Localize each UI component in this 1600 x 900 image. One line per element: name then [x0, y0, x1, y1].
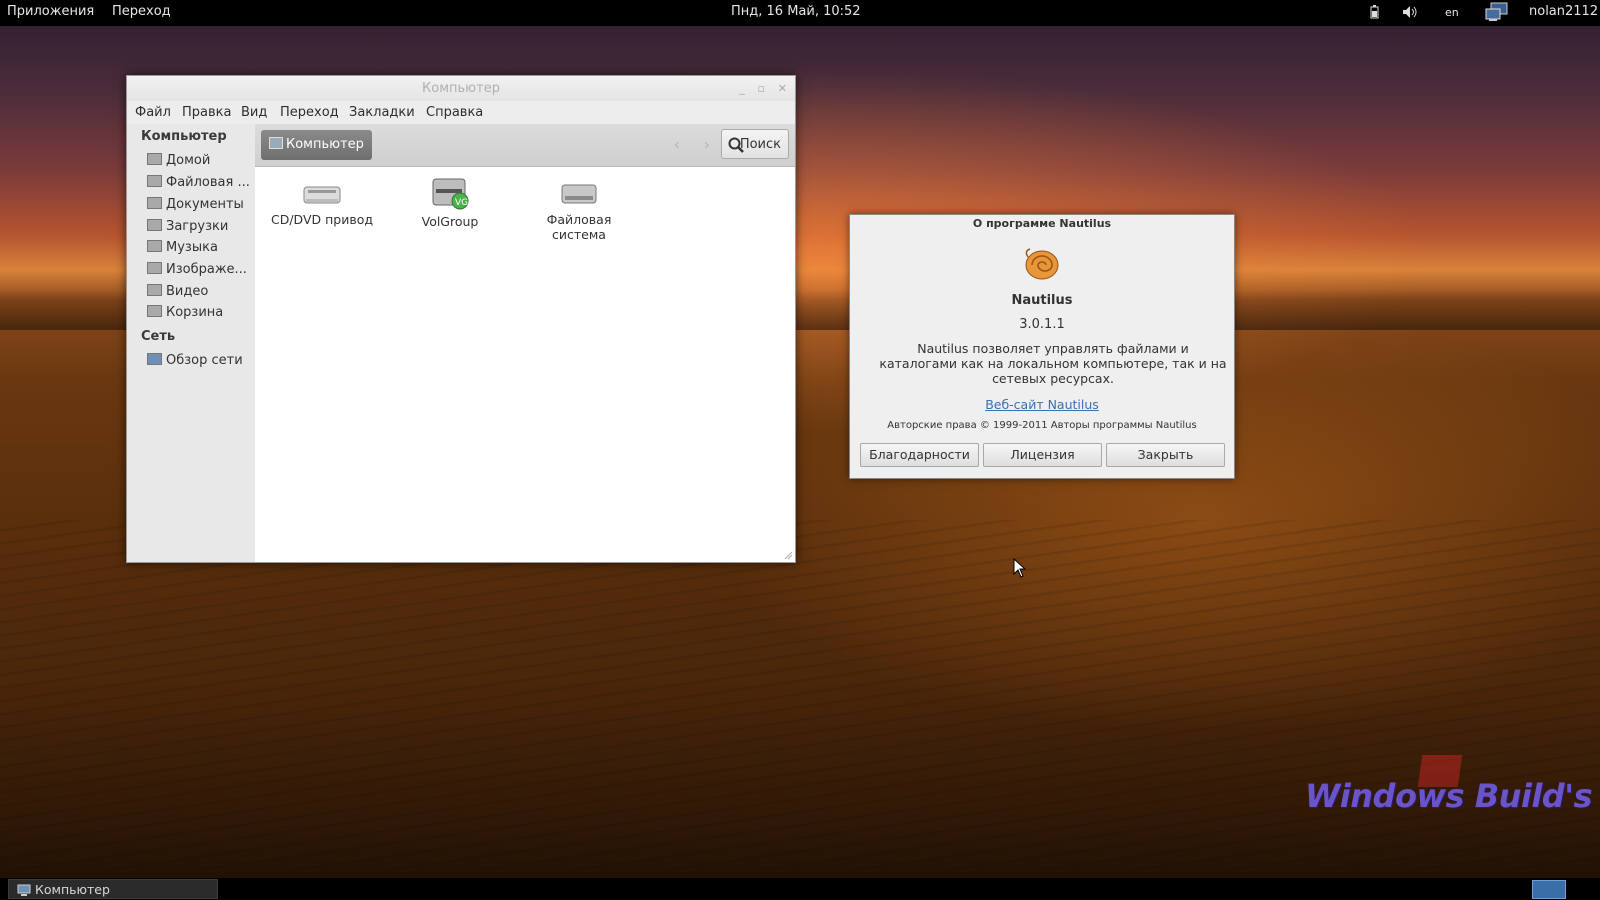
volume-group-icon: VG [432, 178, 469, 210]
harddisk-icon [561, 184, 597, 204]
sidebar-item-music[interactable]: Музыка [147, 240, 218, 255]
sidebar-item-filesystem[interactable]: Файловая ... [147, 175, 250, 190]
workspace-switcher[interactable] [1532, 880, 1566, 899]
sidebar-header-network: Сеть [141, 329, 176, 344]
close-dialog-button[interactable]: Закрыть [1106, 443, 1225, 467]
network-icon [147, 353, 162, 365]
license-button[interactable]: Лицензия [983, 443, 1102, 467]
volume-icon[interactable] [1402, 5, 1418, 23]
downloads-folder-icon [147, 219, 162, 231]
resize-grip-icon[interactable] [783, 550, 793, 560]
search-icon [728, 137, 744, 153]
computer-icon [17, 884, 31, 896]
home-folder-icon [147, 153, 162, 165]
file-view: CD/DVD привод VG VolGroup Файловая систе… [255, 167, 795, 562]
window-title: Компьютер [422, 81, 500, 96]
toolbar: Компьютер ‹ › Поиск [255, 124, 795, 167]
user-menu[interactable]: nolan2112 [1529, 4, 1598, 19]
filesystem-icon [147, 175, 162, 187]
sidebar-item-trash[interactable]: Корзина [147, 305, 223, 320]
breadcrumb-computer[interactable]: Компьютер [261, 130, 372, 160]
menu-edit[interactable]: Правка [182, 105, 231, 120]
sidebar-item-downloads[interactable]: Загрузки [147, 219, 228, 234]
sidebar-item-home[interactable]: Домой [147, 153, 210, 168]
file-item-cdrom[interactable]: CD/DVD привод [267, 179, 377, 227]
menu-view[interactable]: Вид [241, 105, 267, 120]
menu-bookmarks[interactable]: Закладки [349, 105, 415, 120]
file-manager-window: Компьютер _ ▫ ✕ Файл Правка Вид Переход … [126, 75, 796, 563]
sidebar-item-browse-network[interactable]: Обзор сети [147, 353, 243, 368]
sidebar-item-documents[interactable]: Документы [147, 197, 244, 212]
copyright-text: Авторские права © 1999-2011 Авторы прогр… [887, 420, 1197, 431]
dialog-title: О программе Nautilus [972, 217, 1112, 230]
close-button[interactable]: ✕ [778, 76, 787, 101]
battery-icon[interactable] [1370, 5, 1379, 23]
nautilus-shell-icon [1025, 248, 1059, 280]
keyboard-layout[interactable]: en [1445, 6, 1459, 19]
taskbar-item-computer[interactable]: Компьютер [8, 879, 218, 899]
sidebar-header-computer: Компьютер [141, 129, 227, 144]
maximize-button[interactable]: ▫ [758, 76, 765, 101]
sidebar: Компьютер Домой Файловая ... Документы З… [127, 124, 255, 562]
search-button[interactable]: Поиск [721, 129, 789, 159]
file-item-filesystem[interactable]: Файловая система [524, 179, 634, 242]
sand-ripples [0, 520, 1600, 870]
optical-drive-icon [303, 186, 341, 204]
back-button[interactable]: ‹ [674, 135, 680, 154]
music-folder-icon [147, 240, 162, 252]
forward-button[interactable]: › [704, 135, 710, 154]
mouse-cursor-icon [1013, 558, 1027, 578]
app-name: Nautilus [1011, 293, 1073, 308]
trash-icon [147, 305, 162, 317]
svg-text:VG: VG [455, 198, 468, 208]
computer-icon [269, 137, 283, 149]
file-item-volgroup[interactable]: VG VolGroup [395, 175, 505, 229]
about-dialog: О программе Nautilus Nautilus 3.0.1.1 Na… [849, 214, 1235, 479]
videos-folder-icon [147, 284, 162, 296]
sidebar-item-videos[interactable]: Видео [147, 284, 208, 299]
applications-menu[interactable]: Приложения [7, 4, 94, 19]
app-version: 3.0.1.1 [1019, 317, 1065, 332]
sidebar-item-pictures[interactable]: Изображе... [147, 262, 247, 277]
places-menu[interactable]: Переход [112, 4, 171, 19]
minimize-button[interactable]: _ [740, 76, 746, 101]
app-description: Nautilus позволяет управлять файлами и к… [879, 341, 1227, 386]
menu-help[interactable]: Справка [426, 105, 483, 120]
window-titlebar[interactable]: Компьютер _ ▫ ✕ [127, 76, 795, 101]
taskbar: Компьютер [0, 878, 1600, 900]
network-icon[interactable] [1485, 2, 1509, 26]
pictures-folder-icon [147, 262, 162, 274]
menu-bar: Файл Правка Вид Переход Закладки Справка [127, 101, 795, 123]
documents-folder-icon [147, 197, 162, 209]
menu-file[interactable]: Файл [135, 105, 171, 120]
watermark-text: Windows Build's [1305, 777, 1593, 815]
top-bar: Приложения Переход Пнд, 16 Май, 10:52 en… [0, 0, 1600, 26]
credits-button[interactable]: Благодарности [860, 443, 979, 467]
website-link[interactable]: Веб-сайт Nautilus [850, 397, 1234, 412]
clock[interactable]: Пнд, 16 Май, 10:52 [731, 4, 861, 19]
menu-go[interactable]: Переход [280, 105, 339, 120]
